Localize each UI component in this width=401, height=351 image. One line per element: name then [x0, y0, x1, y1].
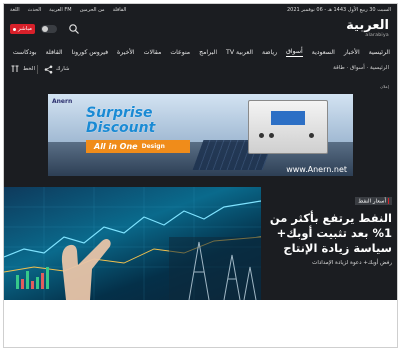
breadcrumb[interactable]: الرئيسية · أسواق · طاقة [333, 65, 389, 71]
lead-story: أسعار النفط النفط يرتفع بأكثر من 1% بعد … [4, 182, 397, 300]
article-tools-row: الخط شارك الرئيسية · أسواق · طاقة [4, 60, 397, 78]
qafila-link[interactable]: القافلة [113, 7, 127, 13]
nav-item-home[interactable]: الرئيسية [369, 49, 390, 56]
stock-chart-image [4, 187, 261, 300]
nav-item-news[interactable]: الأخبار [344, 49, 360, 56]
ad-headline-line2: Discount [86, 120, 156, 136]
power-station-graphic [248, 100, 328, 154]
ad-url: www.Anern.net [286, 165, 347, 174]
share-button[interactable]: شارك [44, 63, 69, 75]
logo-arabic: العربية [346, 18, 389, 33]
share-label: شارك [56, 66, 70, 72]
share-icon [44, 65, 53, 73]
nav-item-markets[interactable]: أسواق [286, 48, 303, 57]
live-button[interactable]: مباشر [10, 24, 35, 34]
story-tag-label: أسعار النفط [358, 198, 386, 204]
ad-area: Anern Surprise Discount All in One Desig… [4, 90, 397, 182]
nav-item-sports[interactable]: رياضة [262, 49, 277, 56]
story-title[interactable]: النفط يرتفع بأكثر من 1% بعد تثبيت أوبك+ … [262, 211, 392, 256]
device-port [309, 133, 314, 138]
live-dot-icon [13, 27, 17, 31]
main-nav: الرئيسية الأخبار السعودية أسواق رياضة ال… [4, 45, 397, 59]
text-size-icon [11, 65, 19, 72]
nav-item-qafila[interactable]: القافلة [46, 49, 63, 56]
ad-brand: Anern [52, 98, 73, 105]
top-links: اللغة الحدث العربية FM من الحرمين القافل… [10, 7, 126, 13]
live-button-label: مباشر [18, 26, 32, 32]
ad-offer-small: Design [141, 143, 165, 150]
ad-offer-text: All in One [94, 142, 138, 151]
nav-item-tv[interactable]: العربية TV [226, 49, 253, 56]
text-size-label: الخط [23, 66, 35, 72]
story-tag[interactable]: أسعار النفط [355, 196, 392, 205]
top-strip: اللغة الحدث العربية FM من الحرمين القافل… [4, 4, 397, 17]
search-icon[interactable] [68, 23, 80, 35]
site-logo[interactable]: العربية alarabiya [346, 18, 389, 39]
tag-accent [388, 197, 389, 204]
nav-item-corona[interactable]: فيروس كورونا [72, 49, 108, 56]
ad-label: إعلان [380, 84, 389, 89]
logo-latin: alarabiya [365, 33, 389, 38]
ad-offer-bar: All in One Design [86, 140, 190, 153]
tools-divider [37, 65, 38, 74]
site-header: اللغة الحدث العربية FM من الحرمين القافل… [4, 4, 397, 90]
theme-toggle[interactable] [41, 25, 57, 33]
date-text: السبت 30 ربيع الأول 1443 هـ - 06 نوفمبر … [286, 7, 391, 13]
story-subtitle[interactable]: رفض أوبك+ دعوة لزيادة الإمدادات [262, 260, 392, 266]
advertisement-banner[interactable]: Anern Surprise Discount All in One Desig… [48, 94, 353, 176]
lead-story-image[interactable] [4, 187, 261, 300]
alhadath-link[interactable]: الحدث [28, 7, 41, 13]
device-port [259, 133, 264, 138]
nav-item-variety[interactable]: منوعات [170, 49, 190, 56]
brand-row: مباشر العربية alarabiya [4, 17, 397, 44]
language-link[interactable]: اللغة [10, 7, 20, 13]
browser-frame: اللغة الحدث العربية FM من الحرمين القافل… [3, 3, 398, 348]
ad-headline-line1: Surprise [86, 105, 153, 121]
nav-item-podcast[interactable]: بودكاست [13, 49, 37, 56]
toggle-knob [42, 26, 48, 32]
alarabiya-fm-link[interactable]: العربية FM [49, 7, 71, 13]
nav-item-last[interactable]: الأخيرة [117, 49, 135, 56]
haramain-link[interactable]: من الحرمين [80, 7, 105, 13]
nav-item-programs[interactable]: البرامج [199, 49, 217, 56]
device-screen [271, 111, 305, 125]
device-port [269, 133, 274, 138]
lead-story-text: أسعار النفط النفط يرتفع بأكثر من 1% بعد … [262, 187, 392, 266]
nav-item-articles[interactable]: مقالات [144, 49, 162, 56]
ad-headline: Surprise Discount [86, 106, 155, 136]
nav-item-saudi[interactable]: السعودية [312, 49, 335, 56]
text-size-button[interactable]: الخط [11, 63, 35, 75]
